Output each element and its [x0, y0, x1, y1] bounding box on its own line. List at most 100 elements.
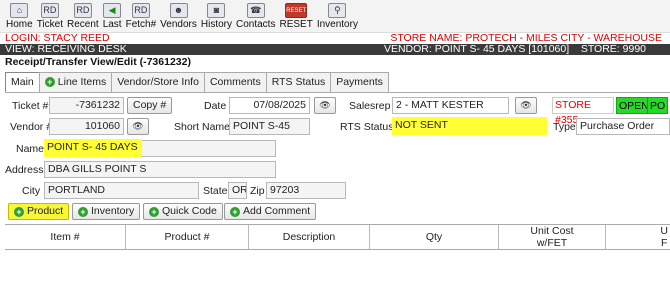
short-name-field: POINT S-45	[229, 118, 310, 135]
plus-icon: +	[78, 206, 88, 217]
add-comment-button[interactable]: + Add Comment	[224, 203, 317, 220]
toolbar-label: History	[200, 19, 232, 30]
tab-label: Payments	[336, 76, 383, 88]
back-arrow-icon: ◀	[103, 3, 122, 18]
vendor-field: 101060	[49, 118, 124, 135]
ticket-icon: RD	[40, 3, 59, 18]
toolbar-label: RESET	[279, 19, 313, 30]
contacts-icon: ☎	[246, 3, 265, 18]
fetch-icon: RD	[131, 3, 150, 18]
tab-label: RTS Status	[271, 76, 326, 88]
toolbar-button-inventory[interactable]: ⚲ Inventory	[315, 3, 360, 30]
tab-bar: Main + Line Items Vendor/Store Info Comments…	[5, 72, 389, 93]
type-select[interactable]: Purchase Order	[576, 118, 670, 135]
home-icon: ⌂	[10, 3, 29, 18]
tab-main[interactable]: Main	[5, 72, 40, 93]
plus-icon: +	[230, 206, 240, 217]
toolbar-button-vendors[interactable]: ☻ Vendors	[158, 3, 199, 30]
short-name-label: Short Name	[174, 121, 231, 133]
toolbar-label: Vendors	[160, 19, 197, 30]
salesrep-label: Salesrep	[349, 100, 391, 112]
recent-icon: RD	[73, 3, 92, 18]
state-label: State	[203, 185, 228, 197]
tab-comments[interactable]: Comments	[203, 72, 267, 92]
toolbar-label: Recent	[67, 19, 99, 30]
toolbar-button-history[interactable]: ◙ History	[199, 3, 234, 30]
add-inventory-button[interactable]: + Inventory	[72, 203, 141, 220]
tab-vendor-store-info[interactable]: Vendor/Store Info	[111, 72, 205, 92]
plus-icon: +	[44, 77, 55, 87]
add-comment-label: Add Comment	[243, 205, 311, 217]
rts-status-label: RTS Status	[340, 121, 394, 133]
eye-icon: 👁	[132, 121, 144, 131]
tab-payments[interactable]: Payments	[330, 72, 389, 92]
city-label: City	[22, 185, 41, 197]
address-field: DBA GILLS POINT S	[44, 161, 276, 178]
eye-icon: 👁	[319, 100, 331, 110]
line-items-grid-header: Item # Product # Description Qty Unit Cost w…	[5, 224, 670, 250]
vendor-label: Vendor #	[10, 121, 53, 133]
zip-field: 97203	[266, 182, 346, 199]
eye-icon: 👁	[520, 100, 532, 110]
add-product-button[interactable]: + Product	[8, 203, 70, 220]
toolbar-button-reset[interactable]: RESET RESET	[277, 3, 314, 30]
toolbar-button-recent[interactable]: RD Recent	[65, 3, 101, 30]
address-label: Address	[5, 164, 44, 176]
name-label: Name	[16, 143, 45, 155]
po-status-badge: PO	[647, 97, 669, 114]
vendor-lookup-button[interactable]: 👁	[127, 118, 149, 135]
toolbar-button-home[interactable]: ⌂ Home	[4, 3, 35, 30]
quick-code-button[interactable]: + Quick Code	[143, 203, 223, 220]
column-header[interactable]: Item #	[5, 225, 126, 249]
toolbar-button-fetch[interactable]: RD Fetch#	[124, 3, 159, 30]
column-header[interactable]: Product #	[126, 225, 249, 249]
view-bar: VIEW: RECEIVING DESK VENDOR: POINT S- 45…	[0, 44, 670, 55]
salesrep-lookup-button[interactable]: 👁	[515, 97, 537, 114]
vendor-store-text: VENDOR: POINT S- 45 DAYS [101060] STORE:…	[383, 43, 646, 55]
date-label: Date	[204, 100, 227, 112]
magnifier-icon: ⚲	[328, 3, 347, 18]
toolbar-label: Last	[102, 19, 122, 30]
type-label: Type	[553, 121, 576, 133]
plus-icon: +	[149, 206, 159, 217]
tab-rts-status[interactable]: RTS Status	[265, 72, 332, 92]
tab-label: Line Items	[57, 76, 107, 88]
column-header[interactable]: U F	[606, 225, 670, 249]
column-header[interactable]: Qty	[370, 225, 499, 249]
view-text: VIEW: RECEIVING DESK	[5, 43, 127, 55]
toolbar-button-last[interactable]: ◀ Last	[101, 3, 124, 30]
ticket-label: Ticket #	[12, 100, 49, 112]
toolbar-button-contacts[interactable]: ☎ Contacts	[234, 3, 277, 30]
add-product-label: Product	[27, 205, 64, 217]
rts-status-field: NOT SENT	[392, 117, 547, 135]
tab-label: Comments	[209, 76, 261, 88]
plus-icon: +	[14, 206, 24, 217]
vendors-icon: ☻	[169, 3, 188, 18]
tab-label: Main	[11, 76, 34, 88]
add-inventory-label: Inventory	[91, 205, 135, 217]
salesrep-field[interactable]: 2 - MATT KESTER	[392, 97, 509, 114]
quick-code-label: Quick Code	[162, 205, 217, 217]
reset-icon: RESET	[285, 3, 308, 18]
tab-label: Vendor/Store Info	[117, 76, 199, 88]
store-field: STORE #355	[552, 97, 614, 126]
column-header[interactable]: Unit Cost w/FET	[499, 225, 606, 249]
page-title: Receipt/Transfer View/Edit (-7361232)	[5, 56, 191, 68]
toolbar-label: Fetch#	[125, 19, 157, 30]
tab-line-items[interactable]: + Line Items	[38, 72, 113, 92]
camera-icon: ◙	[207, 3, 226, 18]
date-field[interactable]: 07/08/2025	[229, 97, 310, 114]
ticket-field: -7361232	[49, 97, 124, 114]
toolbar: ⌂ Home RD Ticket RD Recent ◀ Last RD Fetch# ☻ Vendo…	[0, 0, 670, 33]
toolbar-label: Ticket	[36, 19, 63, 30]
zip-label: Zip	[250, 185, 265, 197]
column-header[interactable]: Description	[249, 225, 370, 249]
toolbar-label: Inventory	[316, 19, 358, 30]
toolbar-label: Contacts	[236, 19, 276, 30]
date-picker-button[interactable]: 👁	[314, 97, 336, 114]
toolbar-label: Home	[6, 19, 33, 30]
copy-button[interactable]: Copy #	[127, 97, 173, 114]
name-field: POINT S- 45 DAYS	[44, 139, 142, 157]
toolbar-button-ticket[interactable]: RD Ticket	[35, 3, 65, 30]
city-field: PORTLAND	[44, 182, 199, 199]
